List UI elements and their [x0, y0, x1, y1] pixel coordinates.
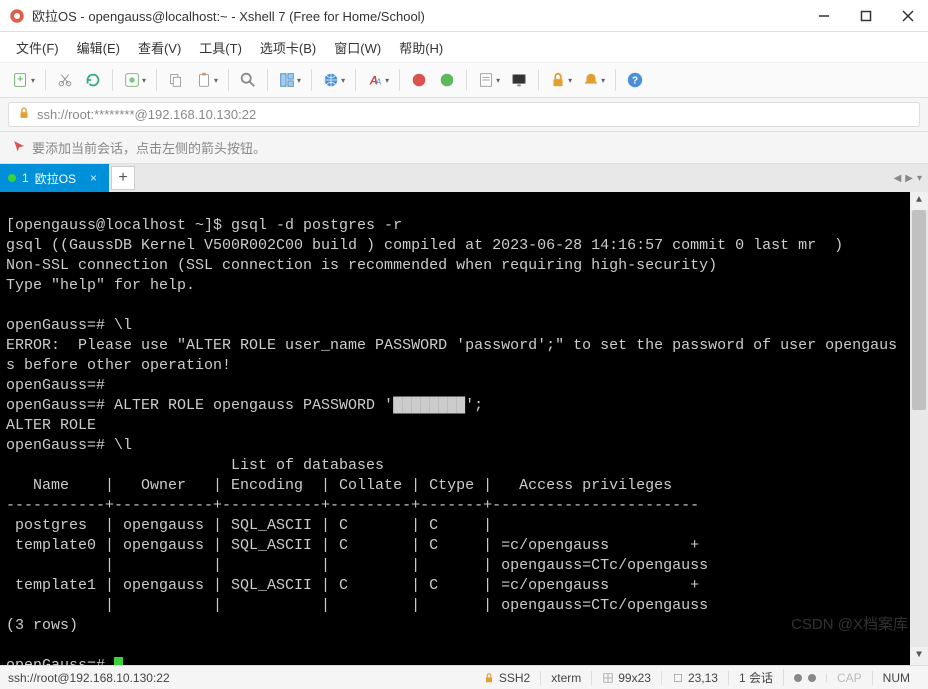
- separator: [615, 69, 616, 91]
- sync-down-icon: [808, 674, 816, 682]
- chevron-down-icon: ▾: [142, 76, 146, 85]
- menu-tabs[interactable]: 选项卡(B): [254, 34, 322, 61]
- separator: [466, 69, 467, 91]
- status-connection: ssh://root@192.168.10.130:22: [8, 671, 180, 685]
- separator: [311, 69, 312, 91]
- chevron-down-icon: ▾: [214, 76, 218, 85]
- sync-up-icon: [794, 674, 802, 682]
- status-num: NUM: [873, 671, 920, 685]
- separator: [228, 69, 229, 91]
- maximize-button[interactable]: [854, 4, 878, 28]
- lock-button[interactable]: ▾: [545, 69, 576, 91]
- lock-icon: [483, 672, 495, 684]
- window-titlebar: 欧拉OS - opengauss@localhost:~ - Xshell 7 …: [0, 0, 928, 32]
- scroll-thumb[interactable]: [912, 210, 926, 410]
- menu-help[interactable]: 帮助(H): [393, 34, 449, 61]
- chevron-down-icon: ▾: [341, 76, 345, 85]
- tab-index: 1: [22, 171, 29, 185]
- separator: [399, 69, 400, 91]
- chevron-down-icon: ▾: [601, 76, 605, 85]
- toolbar: +▾ ▾ ▾ ▾ ▾ AA▾ ▾ ▾ ▾ ?: [0, 62, 928, 98]
- tab-prev-icon[interactable]: ◀: [894, 173, 902, 184]
- scroll-up-icon[interactable]: ▲: [910, 192, 928, 210]
- status-cap: CAP: [827, 671, 873, 685]
- status-term: xterm: [541, 671, 592, 685]
- window-title: 欧拉OS - opengauss@localhost:~ - Xshell 7 …: [32, 6, 812, 25]
- hint-bar: 要添加当前会话，点击左侧的箭头按钮。: [0, 132, 928, 164]
- separator: [45, 69, 46, 91]
- copy-button[interactable]: [163, 69, 189, 91]
- tab-bar: 1 欧拉OS × + ◀ ▶ ▾: [0, 164, 928, 192]
- app-icon: [8, 7, 26, 25]
- chevron-down-icon: ▾: [496, 76, 500, 85]
- new-tab-button[interactable]: +: [111, 166, 135, 190]
- menu-bar: 文件(F) 编辑(E) 查看(V) 工具(T) 选项卡(B) 窗口(W) 帮助(…: [0, 32, 928, 62]
- chevron-down-icon: ▾: [568, 76, 572, 85]
- lock-icon: [17, 106, 31, 123]
- new-session-button[interactable]: +▾: [8, 69, 39, 91]
- pin-icon[interactable]: [12, 139, 26, 156]
- status-sessions: 1 会话: [729, 669, 784, 686]
- scroll-track[interactable]: [910, 210, 928, 647]
- bell-button[interactable]: ▾: [578, 69, 609, 91]
- script-button[interactable]: ▾: [473, 69, 504, 91]
- find-button[interactable]: [235, 69, 261, 91]
- status-dot-icon: [8, 174, 16, 182]
- grid-icon: [602, 672, 614, 684]
- svg-text:+: +: [17, 74, 23, 86]
- status-protocol: SSH2: [473, 671, 541, 685]
- screen-button[interactable]: [506, 69, 532, 91]
- globe-button[interactable]: ▾: [318, 69, 349, 91]
- properties-button[interactable]: ▾: [119, 69, 150, 91]
- separator: [267, 69, 268, 91]
- chevron-down-icon: ▾: [31, 76, 35, 85]
- menu-tools[interactable]: 工具(T): [193, 34, 248, 61]
- menu-window[interactable]: 窗口(W): [328, 34, 387, 61]
- menu-file[interactable]: 文件(F): [10, 34, 65, 61]
- tab-close-icon[interactable]: ×: [90, 171, 97, 185]
- status-pos: 23,13: [662, 671, 729, 685]
- terminal[interactable]: [opengauss@localhost ~]$ gsql -d postgre…: [0, 192, 928, 665]
- paste-button[interactable]: ▾: [191, 69, 222, 91]
- help-button[interactable]: ?: [622, 69, 648, 91]
- menu-edit[interactable]: 编辑(E): [71, 34, 126, 61]
- tab-next-icon[interactable]: ▶: [905, 173, 913, 184]
- address-input[interactable]: ssh://root:********@192.168.10.130:22: [8, 102, 920, 127]
- chevron-down-icon: ▾: [297, 76, 301, 85]
- minimize-button[interactable]: [812, 4, 836, 28]
- refresh-button[interactable]: [80, 69, 106, 91]
- address-bar: ssh://root:********@192.168.10.130:22: [0, 98, 928, 132]
- hint-text: 要添加当前会话，点击左侧的箭头按钮。: [32, 138, 266, 157]
- status-indicators: [784, 674, 827, 682]
- cursor-icon: [114, 657, 123, 665]
- separator: [538, 69, 539, 91]
- address-text: ssh://root:********@192.168.10.130:22: [37, 107, 256, 122]
- color2-button[interactable]: [434, 69, 460, 91]
- cursor-pos-icon: [672, 672, 684, 684]
- tab-list-icon[interactable]: ▾: [917, 173, 922, 184]
- menu-view[interactable]: 查看(V): [132, 34, 187, 61]
- status-bar: ssh://root@192.168.10.130:22 SSH2 xterm …: [0, 665, 928, 689]
- watermark: CSDN @X档案库: [791, 615, 908, 635]
- scroll-down-icon[interactable]: ▼: [910, 647, 928, 665]
- separator: [355, 69, 356, 91]
- layout-button[interactable]: ▾: [274, 69, 305, 91]
- window-controls: [812, 4, 920, 28]
- svg-text:A: A: [375, 78, 381, 87]
- cut-button[interactable]: [52, 69, 78, 91]
- color1-button[interactable]: [406, 69, 432, 91]
- svg-text:?: ?: [632, 76, 638, 87]
- font-button[interactable]: AA▾: [362, 69, 393, 91]
- tab-label: 欧拉OS: [35, 170, 76, 187]
- status-size: 99x23: [592, 671, 662, 685]
- scrollbar[interactable]: ▲ ▼: [910, 192, 928, 665]
- close-button[interactable]: [896, 4, 920, 28]
- chevron-down-icon: ▾: [385, 76, 389, 85]
- tab-nav: ◀ ▶ ▾: [894, 164, 922, 192]
- separator: [112, 69, 113, 91]
- tab-session[interactable]: 1 欧拉OS ×: [0, 164, 109, 192]
- separator: [156, 69, 157, 91]
